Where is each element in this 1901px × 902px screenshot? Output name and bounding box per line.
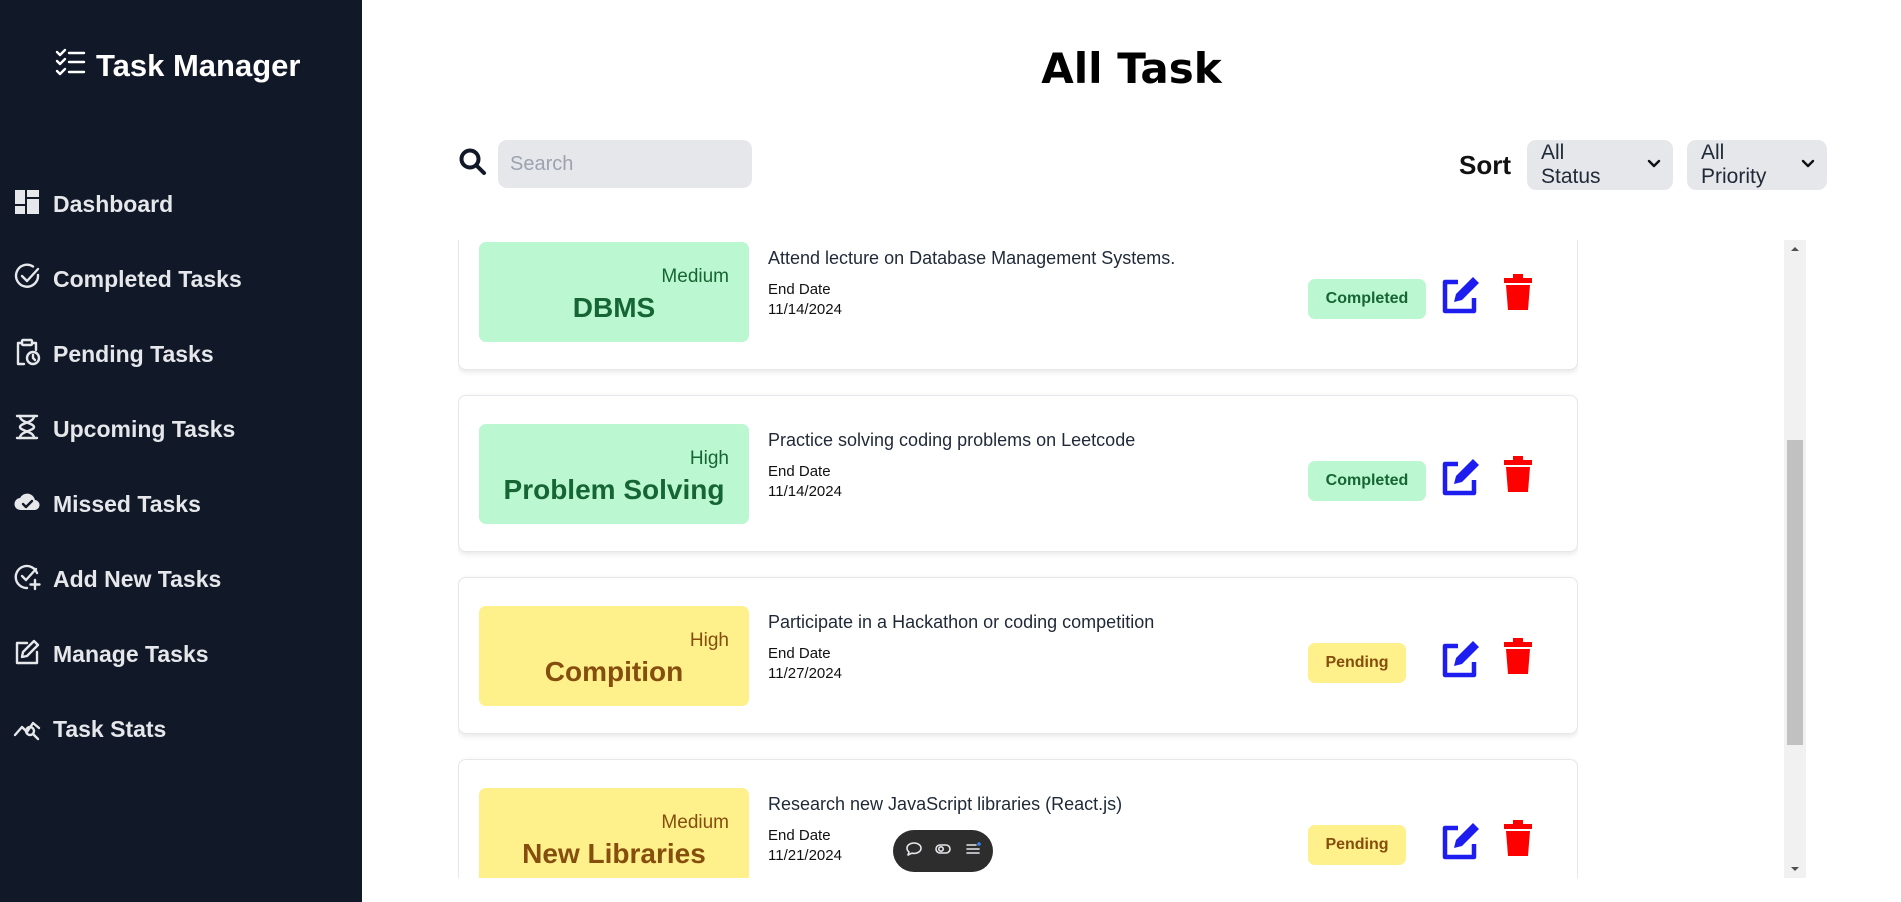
- delete-task-button[interactable]: [1504, 456, 1532, 492]
- sidebar-item-upcoming-tasks[interactable]: Upcoming Tasks: [0, 392, 362, 467]
- brand: Task Manager: [54, 46, 300, 86]
- page-title: All Task: [1041, 44, 1222, 93]
- stats-icon: [13, 713, 41, 747]
- sidebar-item-label: Manage Tasks: [53, 641, 209, 667]
- sidebar-item-pending-tasks[interactable]: Pending Tasks: [0, 317, 362, 392]
- scroll-thumb[interactable]: [1787, 440, 1803, 745]
- floating-toolbar: [893, 830, 993, 872]
- sidebar-item-manage-tasks[interactable]: Manage Tasks: [0, 617, 362, 692]
- delete-task-button[interactable]: [1504, 274, 1532, 310]
- task-priority: Medium: [661, 266, 729, 287]
- task-priority: High: [689, 448, 729, 469]
- task-name: Problem Solving: [503, 474, 725, 505]
- task-card: Medium New Libraries Research new JavaSc…: [458, 759, 1578, 878]
- scroll-down-arrow-icon[interactable]: [1784, 860, 1806, 878]
- task-tag: High Problem Solving: [479, 424, 749, 524]
- task-list-icon: [54, 46, 86, 86]
- comment-icon[interactable]: [905, 840, 923, 863]
- task-tag: Medium New Libraries: [479, 788, 749, 878]
- search-icon: [458, 147, 488, 182]
- scroll-up-arrow-icon[interactable]: [1784, 240, 1806, 258]
- sort-label: Sort: [1459, 149, 1511, 180]
- toggle-view-icon[interactable]: [934, 840, 952, 863]
- task-card: Medium DBMS Attend lecture on Database M…: [458, 240, 1578, 370]
- task-card: High Compition Participate in a Hackatho…: [458, 577, 1578, 734]
- edit-icon: [1442, 641, 1479, 678]
- status-badge: Pending: [1308, 825, 1406, 865]
- status-filter-select[interactable]: All Status: [1527, 140, 1673, 190]
- chevron-down-icon: [1647, 153, 1661, 177]
- main-content: All Task Sort All Status All Priority Me…: [362, 0, 1901, 902]
- end-date-label: End Date: [768, 463, 831, 480]
- task-name: Compition: [544, 656, 684, 687]
- sidebar-item-add-new-tasks[interactable]: Add New Tasks: [0, 542, 362, 617]
- sidebar: Task Manager Dashboard Completed Tasks P…: [0, 0, 362, 902]
- edit-task-button[interactable]: [1440, 638, 1482, 680]
- task-name: New Libraries: [522, 838, 706, 869]
- end-date-value: 11/14/2024: [768, 483, 842, 500]
- edit-icon: [1442, 459, 1479, 496]
- search-bar: [458, 140, 752, 188]
- end-date-label: End Date: [768, 827, 831, 844]
- dashboard-icon: [13, 188, 41, 222]
- edit-task-button[interactable]: [1440, 820, 1482, 862]
- task-list: Medium DBMS Attend lecture on Database M…: [458, 240, 1578, 878]
- sort-controls: Sort All Status All Priority: [1459, 140, 1827, 190]
- sidebar-item-label: Missed Tasks: [53, 491, 201, 517]
- trash-icon: [1504, 820, 1532, 856]
- end-date-value: 11/21/2024: [768, 847, 842, 864]
- check-circle-icon: [13, 263, 41, 297]
- clipboard-clock-icon: [13, 338, 41, 372]
- trash-icon: [1504, 456, 1532, 492]
- task-list-scrollbar[interactable]: [1784, 240, 1806, 878]
- sidebar-item-label: Add New Tasks: [53, 566, 222, 592]
- trash-icon: [1504, 638, 1532, 674]
- task-description: Practice solving coding problems on Leet…: [768, 430, 1136, 450]
- delete-task-button[interactable]: [1504, 820, 1532, 856]
- sidebar-item-label: Task Stats: [53, 716, 167, 742]
- sidebar-item-task-stats[interactable]: Task Stats: [0, 692, 362, 767]
- sidebar-item-missed-tasks[interactable]: Missed Tasks: [0, 467, 362, 542]
- task-tag: High Compition: [479, 606, 749, 706]
- edit-icon: [13, 638, 41, 672]
- sidebar-item-label: Upcoming Tasks: [53, 416, 236, 442]
- add-check-icon: [13, 563, 41, 597]
- task-name: DBMS: [572, 292, 656, 323]
- task-card: High Problem Solving Practice solving co…: [458, 395, 1578, 552]
- hourglass-icon: [13, 413, 41, 447]
- menu-list-icon[interactable]: [964, 840, 982, 863]
- edit-task-button[interactable]: [1440, 456, 1482, 498]
- app-title: Task Manager: [96, 48, 301, 83]
- edit-icon: [1442, 823, 1479, 860]
- edit-task-button[interactable]: [1440, 274, 1482, 316]
- priority-filter-select[interactable]: All Priority: [1687, 140, 1827, 190]
- end-date-label: End Date: [768, 281, 831, 298]
- sidebar-item-label: Dashboard: [53, 191, 174, 217]
- delete-task-button[interactable]: [1504, 638, 1532, 674]
- chevron-down-icon: [1801, 153, 1815, 177]
- end-date-value: 11/27/2024: [768, 665, 842, 682]
- task-priority: High: [689, 630, 729, 651]
- sidebar-item-label: Completed Tasks: [53, 266, 242, 292]
- task-priority: Medium: [661, 812, 729, 833]
- edit-icon: [1442, 277, 1479, 314]
- end-date-label: End Date: [768, 645, 831, 662]
- priority-filter-value: All Priority: [1701, 141, 1767, 188]
- status-badge: Pending: [1308, 643, 1406, 683]
- end-date-value: 11/14/2024: [768, 301, 842, 318]
- cloud-check-icon: [13, 488, 41, 522]
- sidebar-item-label: Pending Tasks: [53, 341, 214, 367]
- task-tag: Medium DBMS: [479, 242, 749, 342]
- task-description: Participate in a Hackathon or coding com…: [768, 612, 1155, 632]
- sidebar-item-completed-tasks[interactable]: Completed Tasks: [0, 242, 362, 317]
- search-input[interactable]: [498, 140, 752, 188]
- trash-icon: [1504, 274, 1532, 310]
- status-filter-value: All Status: [1541, 141, 1601, 188]
- sidebar-item-dashboard[interactable]: Dashboard: [0, 167, 362, 242]
- status-badge: Completed: [1308, 461, 1426, 501]
- task-description: Attend lecture on Database Management Sy…: [768, 248, 1176, 268]
- task-description: Research new JavaScript libraries (React…: [768, 794, 1123, 814]
- status-badge: Completed: [1308, 279, 1426, 319]
- sidebar-nav: Dashboard Completed Tasks Pending Tasks …: [0, 167, 362, 767]
